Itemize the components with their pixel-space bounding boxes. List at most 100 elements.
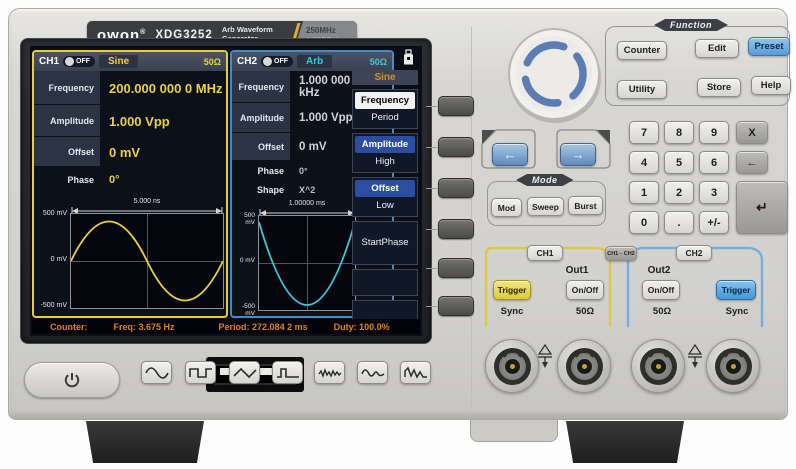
- harmonic-icon: [361, 366, 385, 380]
- ch1-phase-row: Phase 0°: [34, 167, 226, 193]
- numpad-9[interactable]: 9: [699, 121, 729, 144]
- edit-button[interactable]: Edit: [695, 39, 739, 58]
- ch1-waveform-type: Sine: [99, 55, 138, 68]
- ground-warning-icon: [687, 344, 703, 370]
- ch2-toggle-state: OFF: [274, 58, 288, 65]
- counter-button[interactable]: Counter: [617, 41, 667, 60]
- instrument-front-panel: owon® XDG3252 Arb Waveform Generator 250…: [0, 0, 796, 469]
- softkey-4[interactable]: [438, 219, 474, 239]
- menu-group-startphase: StartPhase: [352, 221, 418, 265]
- foot-right: [566, 421, 684, 463]
- ch1-output-toggle: OFF: [63, 56, 95, 67]
- sweep-button[interactable]: Sweep: [527, 197, 564, 216]
- numpad-8[interactable]: 8: [664, 121, 694, 144]
- power-button[interactable]: [24, 362, 120, 398]
- softkey-2[interactable]: [438, 137, 474, 157]
- registered-mark: ®: [140, 29, 146, 36]
- out1-label: Out1: [555, 265, 599, 276]
- numpad-5[interactable]: 5: [664, 151, 694, 174]
- numpad-backspace[interactable]: ←: [736, 151, 768, 174]
- preset-button[interactable]: Preset: [748, 37, 790, 56]
- ch1-panel: CH1 OFF Sine 50Ω Frequency 200.000 000 0…: [32, 50, 228, 318]
- menu-item-startphase: StartPhase: [355, 224, 415, 262]
- out1-onoff-button[interactable]: On/Off: [566, 280, 604, 300]
- right-arrow-button[interactable]: →: [560, 143, 596, 166]
- menu-item-high: High: [355, 153, 415, 170]
- numpad-2[interactable]: 2: [664, 181, 694, 204]
- out2-onoff-button[interactable]: On/Off: [642, 280, 680, 300]
- ch2-plot: 1.00000 ms 500 mV 0 mV -500 mV: [234, 202, 358, 314]
- numpad-1[interactable]: 1: [629, 181, 659, 204]
- help-button[interactable]: Help: [751, 76, 791, 95]
- ch2-select-button[interactable]: CH2: [676, 245, 712, 261]
- triangle-icon: [233, 366, 257, 380]
- noise-wave-button[interactable]: [314, 361, 345, 384]
- power-icon: [63, 371, 81, 389]
- left-arrow-button[interactable]: ←: [492, 143, 528, 166]
- arbitrary-wave-button[interactable]: [400, 361, 431, 384]
- harmonic-wave-button[interactable]: [357, 361, 388, 384]
- triangle-wave-button[interactable]: [229, 361, 260, 384]
- numpad-delete[interactable]: X: [736, 121, 768, 144]
- ch2-span-label: 1.00000 ms: [258, 200, 356, 207]
- softkey-3[interactable]: [438, 178, 474, 198]
- utility-button[interactable]: Utility: [617, 80, 667, 99]
- channel-swap-button[interactable]: CH1⇔CH2: [605, 246, 637, 261]
- ch1-header: CH1 OFF Sine 50Ω: [34, 52, 226, 71]
- ch1-select-button[interactable]: CH1: [527, 245, 563, 261]
- rotary-knob[interactable]: [504, 26, 604, 124]
- display-screen: CH1 OFF Sine 50Ω Frequency 200.000 000 0…: [30, 46, 422, 336]
- ch1-title: CH1: [39, 56, 59, 67]
- numpad-dot[interactable]: .: [664, 211, 694, 234]
- mod-button[interactable]: Mod: [491, 198, 522, 217]
- ch1-sync-label: Sync: [490, 306, 534, 317]
- numpad-3[interactable]: 3: [699, 181, 729, 204]
- ch1-frequency-row: Frequency 200.000 000 0 MHz: [34, 71, 226, 105]
- burst-button[interactable]: Burst: [568, 196, 603, 215]
- menu-title: Sine: [352, 70, 418, 85]
- ch2-parabola-waveform: [259, 216, 355, 310]
- numpad-4[interactable]: 4: [629, 151, 659, 174]
- numpad-enter[interactable]: ↵: [736, 181, 788, 234]
- function-section-label: Function: [654, 19, 728, 31]
- numpad-plusminus[interactable]: +/-: [699, 211, 729, 234]
- menu-item-offset: Offset: [355, 180, 415, 197]
- numpad-0[interactable]: 0: [629, 211, 659, 234]
- store-button[interactable]: Store: [697, 78, 741, 97]
- ch2-sync-connector: [706, 339, 760, 393]
- menu-group-amplitude: Amplitude High: [352, 133, 418, 173]
- ch1-sine-waveform: [71, 214, 223, 308]
- ground-warning-icon: [537, 344, 553, 370]
- pulse-icon: [276, 366, 300, 380]
- sine-wave-button[interactable]: [141, 361, 172, 384]
- ch2-sync-label: Sync: [715, 306, 759, 317]
- ch1-trigger-button[interactable]: Trigger: [493, 280, 531, 300]
- ch2-waveform-type: Arb: [297, 55, 332, 68]
- pulse-wave-button[interactable]: [272, 361, 303, 384]
- numpad-7[interactable]: 7: [629, 121, 659, 144]
- toggle-knob-icon: [65, 57, 74, 66]
- ch1-plot: 5.000 ns 500 mV 0 mV -500 mV: [38, 200, 226, 314]
- foot-left: [86, 421, 204, 463]
- counter-frequency: Freq: 3.675 Hz: [114, 322, 175, 332]
- usb-drive-icon: [402, 49, 415, 66]
- ch1-plot-box: [70, 213, 224, 309]
- softkey-menu: Sine Frequency Period Amplitude High Off…: [352, 70, 418, 327]
- ch2-trigger-button[interactable]: Trigger: [716, 280, 756, 300]
- menu-item-frequency: Frequency: [355, 92, 415, 109]
- numpad-6[interactable]: 6: [699, 151, 729, 174]
- square-wave-button[interactable]: [185, 361, 216, 384]
- menu-item-low: Low: [355, 197, 415, 214]
- counter-period: Period: 272.084 2 ms: [219, 322, 308, 332]
- softkey-5[interactable]: [438, 258, 474, 278]
- softkey-1[interactable]: [438, 96, 474, 116]
- ch2-title: CH2: [237, 56, 257, 67]
- menu-group-offset: Offset Low: [352, 177, 418, 217]
- out2-label: Out2: [637, 265, 681, 276]
- ch2-plot-box: [258, 215, 356, 311]
- ch1-amplitude-row: Amplitude 1.000 Vpp: [34, 105, 226, 137]
- softkey-6[interactable]: [438, 296, 474, 316]
- sine-icon: [145, 366, 169, 380]
- menu-item-period: Period: [355, 109, 415, 126]
- square-icon: [189, 366, 213, 380]
